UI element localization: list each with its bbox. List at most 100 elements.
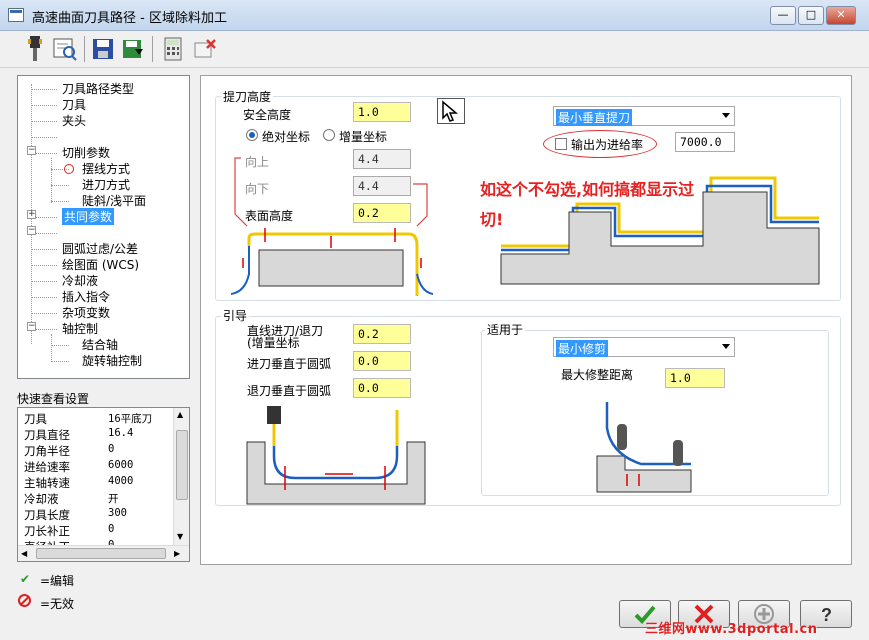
tool-icon[interactable] <box>20 34 50 64</box>
tree-item[interactable]: 进刀方式 <box>82 176 130 193</box>
scroll-thumb[interactable] <box>36 548 166 559</box>
invalid-icon <box>64 164 74 174</box>
tree-expander-icon[interactable]: − <box>27 146 36 155</box>
tree-connector <box>51 361 69 362</box>
tree-connector <box>31 121 57 122</box>
tree-expander-icon[interactable]: − <box>27 322 36 331</box>
quick-view-key: 刀角半径 <box>24 444 70 458</box>
quick-view-key: 主轴转速 <box>24 476 70 490</box>
incremental-radio[interactable] <box>323 129 335 141</box>
tree-item[interactable]: 刀具路径类型 <box>62 80 134 97</box>
quick-view-key: 刀具 <box>24 412 47 426</box>
retract-mode-value: 最小垂直提刀 <box>556 109 633 126</box>
calculator-icon[interactable] <box>158 34 188 64</box>
entry-arc-input[interactable]: 0.0 <box>353 351 411 371</box>
quick-view-label: 快速查看设置 <box>17 392 90 406</box>
tree-expander-icon[interactable]: + <box>27 210 36 219</box>
tree-connector <box>31 297 57 298</box>
quick-view-value: 16平底刀 <box>108 413 153 425</box>
scroll-thumb[interactable] <box>176 430 188 500</box>
lead-diagram <box>246 406 426 505</box>
check-icon: ✔ <box>20 572 31 586</box>
tree-item[interactable]: 切削参数 <box>62 144 110 161</box>
quick-view-key: 刀具直径 <box>24 428 70 442</box>
vertical-scrollbar[interactable]: ▲ ▼ <box>173 408 189 546</box>
tree-item[interactable]: 圆弧过虑/公差 <box>62 240 138 257</box>
quick-view-value: 开 <box>108 493 119 505</box>
scroll-up-icon[interactable]: ▲ <box>177 410 183 419</box>
watermark: 三维网www.3dportal.cn <box>645 622 818 637</box>
tree-connector <box>31 105 57 106</box>
retract-mode-select[interactable]: 最小垂直提刀 <box>553 106 735 126</box>
quick-view-row: 刀角半径 0 <box>24 443 114 459</box>
maximize-button[interactable]: □ <box>798 6 824 25</box>
exit-arc-label: 退刀垂直于圆弧 <box>247 384 332 398</box>
tree-line <box>51 334 52 362</box>
quick-view-list: 刀具 16平底刀 刀具直径 16.4 刀角半径 0 进给速率 6000 主轴转速 4000 冷却液 开… <box>17 407 190 562</box>
entry-arc-label: 进刀垂直于圆弧 <box>247 357 332 371</box>
minimize-button[interactable]: — <box>770 6 796 25</box>
safe-height-input[interactable]: 1.0 <box>353 102 411 122</box>
tree-item[interactable]: 插入指令 <box>62 288 110 305</box>
tree-connector <box>31 281 57 282</box>
tree-item[interactable]: 杂项变数 <box>62 304 110 321</box>
max-trim-input[interactable]: 1.0 <box>665 368 725 388</box>
tree-connector <box>31 137 57 138</box>
tree-item[interactable]: 轴控制 <box>62 320 98 337</box>
select-point-button[interactable] <box>437 98 465 124</box>
annotation-ellipse <box>543 130 657 158</box>
quick-view-key: 刀长补正 <box>24 524 70 538</box>
toolbar-separator <box>84 36 85 62</box>
max-trim-label: 最大修整距离 <box>561 368 634 382</box>
tree-item[interactable]: 摆线方式 <box>82 160 130 177</box>
tree-connector <box>51 345 69 346</box>
tree-item[interactable]: 刀具 <box>62 96 86 113</box>
feed-rate-input[interactable]: 7000.0 <box>675 132 735 152</box>
quick-view-row: 主轴转速 4000 <box>24 475 133 491</box>
invalid-icon <box>18 594 31 607</box>
tree-connector <box>51 185 69 186</box>
tree-line <box>51 158 52 203</box>
quick-view-row: 刀具 16平底刀 <box>24 411 152 427</box>
save-icon[interactable] <box>88 34 118 64</box>
save-as-icon[interactable] <box>118 34 148 64</box>
tree-connector <box>31 89 57 90</box>
scroll-left-icon[interactable]: ◀ <box>21 549 27 558</box>
close-button[interactable]: ✕ <box>826 6 856 25</box>
cursor-arrow-icon <box>442 100 459 122</box>
quick-view-key: 进给速率 <box>24 460 70 474</box>
tree-connector <box>31 265 57 266</box>
quick-view-value: 6000 <box>108 459 134 471</box>
svg-text:?: ? <box>821 605 832 625</box>
quick-view-row: 刀具直径 16.4 <box>24 427 133 443</box>
tree-item[interactable]: 冷却液 <box>62 272 98 289</box>
tree-expander-icon[interactable]: − <box>27 226 36 235</box>
delete-icon[interactable] <box>190 34 220 64</box>
chevron-down-icon <box>722 344 730 349</box>
lead-group-label: 引导 <box>221 307 250 324</box>
legend-edit: =编辑 <box>40 574 75 588</box>
tree-item[interactable]: 陡斜/浅平面 <box>82 192 146 209</box>
line-lead-input[interactable]: 0.2 <box>353 324 411 344</box>
exit-arc-input[interactable]: 0.0 <box>353 378 411 398</box>
apply-select[interactable]: 最小修剪 <box>553 337 735 357</box>
legend-invalid: =无效 <box>40 597 75 611</box>
main-panel: 提刀高度 安全高度 1.0 绝对坐标 增量坐标 向上 4.4 向下 4.4 表面… <box>200 75 852 565</box>
scroll-right-icon[interactable]: ▶ <box>174 549 180 558</box>
horizontal-scrollbar[interactable]: ◀ ▶ <box>18 545 189 561</box>
scroll-down-icon[interactable]: ▼ <box>177 532 183 541</box>
tree-item[interactable]: 旋转轴控制 <box>82 352 142 369</box>
tree-item[interactable]: 绘图面 (WCS) <box>62 256 139 273</box>
quick-view-value: 0 <box>108 523 115 535</box>
incremental-label: 增量坐标 <box>339 130 388 144</box>
tree-item[interactable]: 夹头 <box>62 112 86 129</box>
quick-view-row: 进给速率 6000 <box>24 459 133 475</box>
tree-item[interactable]: 结合轴 <box>82 336 118 353</box>
quick-view-row: 刀具长度 300 <box>24 507 127 523</box>
tree-item[interactable]: 共同参数 <box>62 208 115 225</box>
quick-view-row: 冷却液 开 <box>24 491 119 507</box>
toolbar-separator <box>152 36 153 62</box>
annotation-text: 如这个不勾选,如何搞都显示过切! <box>480 180 695 229</box>
absolute-radio[interactable] <box>246 129 258 141</box>
preview-icon[interactable] <box>50 34 80 64</box>
